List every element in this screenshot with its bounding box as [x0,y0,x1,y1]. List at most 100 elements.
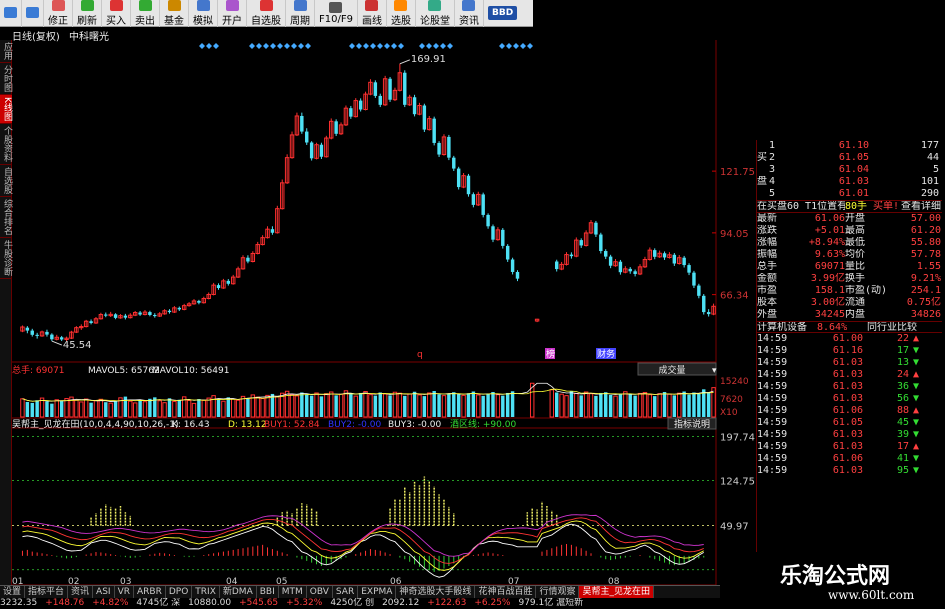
signal-diamond [377,43,383,49]
toolbar-button-11[interactable]: F10/F9 [315,0,358,27]
month-label: 01 [12,577,23,585]
tick-price: 61.06 [832,453,863,464]
indicator-line [22,520,704,571]
toolbar-label: 周期 [290,15,310,27]
stat-row: 股本 3.00亿 流通 0.75亿 [757,297,942,309]
indicator-tab[interactable]: ARBR [134,586,166,598]
volume-bar [167,398,172,417]
candle [466,175,471,195]
indicator-tab[interactable]: SAR [333,586,359,598]
signal-diamond [499,43,505,49]
toolbar-button-5[interactable]: 卖出 [131,0,160,27]
toolbar-button-2[interactable]: 修正 [44,0,73,27]
toolbar-label: 卖出 [135,15,155,27]
volume-bar [403,395,407,417]
nav-tab-0[interactable]: 应用 [0,40,12,63]
toolbar-button-4[interactable]: 买入 [102,0,131,27]
candle [501,229,505,246]
indicator-tab[interactable]: BBI [257,586,279,598]
indicator-tab[interactable]: 神奇选股大手骰线 [396,586,476,598]
stat-value: 9.21% [910,273,941,284]
volume-bar [260,398,265,418]
toolbar-button-3[interactable]: 刷新 [73,0,102,27]
chevron-down-icon: ▾ [712,366,717,376]
order-vol: 290 [920,188,939,199]
indicator-tab[interactable]: MTM [279,586,307,598]
toolbar-button-8[interactable]: 开户 [218,0,247,27]
toolbar-button-6[interactable]: 基金 [160,0,189,27]
buy-order-link[interactable]: 买单! [873,201,901,212]
tick-row: 14:59 61.03 24 ▲ [757,369,942,381]
toolbar-button-13[interactable]: 选股 [387,0,416,27]
toolbar-button-10[interactable]: 周期 [286,0,315,27]
volume-total: 总手: 69071 [12,364,65,376]
nav-tab-5[interactable]: 综合排名 [0,197,12,238]
tick-time: 14:59 [757,393,788,404]
volume-bar [378,392,382,417]
toolbar-label: 基金 [164,15,184,27]
candle [702,295,706,313]
detail-link[interactable]: 查看详细 [901,201,941,212]
nav-tab-2[interactable]: K线图 [0,95,12,124]
order-price: 61.04 [838,164,869,175]
signal-diamond [199,43,205,49]
nav-tab-1[interactable]: 分时图 [0,63,12,95]
screen-icon [394,0,408,11]
indicator-buy-bars [90,476,558,526]
volume-bar [20,398,25,418]
price-axis-label: 66.34 [720,291,749,302]
nav-tab-6[interactable]: 牛股诊断 [0,238,12,279]
forward-button[interactable] [22,0,44,27]
back-button[interactable] [0,0,22,27]
order-row: 5 61.01 290 [757,188,942,200]
volume-bar [564,395,569,418]
toolbar-button-12[interactable]: 画线 [358,0,387,27]
volume-bar [501,395,505,417]
volume-bar [255,396,260,418]
nav-tab-4[interactable]: 自选股 [0,165,12,197]
tick-row: 14:59 61.06 88 ▲ [757,405,942,417]
candle [35,334,39,336]
indicator-buy1: BUY1: 52.84 [264,420,320,430]
indicator-tab[interactable]: TRIX [192,586,220,598]
indicator-tab[interactable]: 资讯 [68,586,94,598]
toolbar-button-14[interactable]: 论股堂 [416,0,455,27]
indicator-tab[interactable]: 行情观察 [536,586,580,598]
indicator-tab[interactable]: 花神百战百胜 [475,586,537,598]
tick-time: 14:59 [757,465,788,476]
buy-icon [109,0,123,11]
toolbar-button-7[interactable]: 模拟 [189,0,218,27]
stat-label: 市盈 [757,285,777,296]
toolbar-button-9[interactable]: 自选股 [247,0,286,27]
volume-bar [392,391,398,418]
indicator-tab[interactable]: 吴帮主_见龙在田 [579,586,654,598]
order-row: 买 2 61.05 44 [757,152,942,164]
arrow-down-icon: ▼ [912,393,920,404]
indicator-tab[interactable]: EXPMA [358,586,397,598]
indicator-tab[interactable]: 新DMA [220,586,257,598]
bbd-button[interactable]: BBD [487,6,518,20]
candle [687,265,691,273]
indicator-tab[interactable]: ASI [93,586,115,598]
peer-compare-button[interactable]: 同行业比较 [867,322,941,332]
volume-bar [422,396,427,417]
order-row: 盘 4 61.03 101 [757,176,942,188]
indicator-tab[interactable]: OBV [307,586,333,598]
candle [515,271,520,279]
indicator-tab[interactable]: VR [115,586,134,598]
volume-bar [305,394,309,417]
volume-bar [128,400,133,418]
nav-tab-3[interactable]: 个股资料 [0,124,12,165]
tick-price: 61.00 [832,333,863,344]
stat-value: 9.63% [814,249,845,260]
volume-bar [235,399,241,418]
indicator-tab[interactable]: 指标平台 [25,586,69,598]
news-icon [462,0,476,11]
volume-bar [476,394,481,418]
indicator-tab[interactable]: DPO [166,586,193,598]
toolbar-button-15[interactable]: 资讯 [455,0,484,27]
volume-bar [662,391,667,417]
indicator-tab[interactable]: 设置 [0,586,26,598]
industry-name[interactable]: 计算机设备 [757,322,817,332]
volume-bar [692,392,696,417]
